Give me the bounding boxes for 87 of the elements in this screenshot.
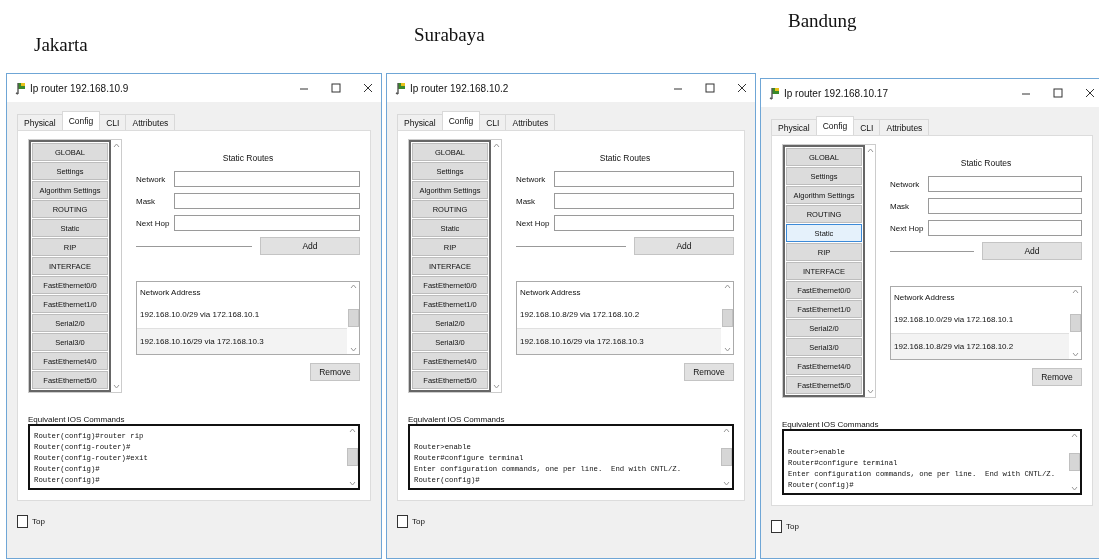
checkbox-label: Top: [32, 517, 45, 526]
scroll-up-icon[interactable]: [1070, 433, 1078, 438]
tab[interactable]: Config: [61, 111, 101, 130]
input-field[interactable]: [554, 193, 734, 209]
scroll-down-icon[interactable]: [112, 384, 120, 389]
window-title: Ip router 192.168.10.2: [410, 82, 510, 94]
list-header: Network Address: [139, 286, 202, 299]
field-label: Next Hop: [136, 218, 170, 228]
maximize-icon[interactable]: [705, 83, 715, 93]
scroll-up-icon[interactable]: [866, 148, 874, 153]
tab[interactable]: Physical: [771, 119, 817, 135]
input-field[interactable]: [928, 198, 1082, 214]
scroll-down-icon[interactable]: [723, 347, 731, 352]
scroll-up-icon[interactable]: [723, 284, 731, 289]
input-field[interactable]: [174, 215, 360, 231]
field-label: Network: [136, 174, 167, 184]
list-header: Network Address: [519, 286, 582, 299]
scroll-down-icon[interactable]: [1070, 486, 1078, 491]
tab[interactable]: Config: [441, 111, 481, 130]
section-title: Static Routes: [221, 153, 275, 163]
close-icon[interactable]: [1085, 88, 1095, 98]
section-title: Static Routes: [598, 153, 652, 163]
close-icon[interactable]: [363, 83, 373, 93]
field-label: Mask: [516, 196, 537, 206]
commands-label: Equivalent IOS Commands: [28, 415, 126, 424]
scroll-up-icon[interactable]: [349, 284, 357, 289]
router-caption: Bandung: [787, 10, 858, 32]
add-button[interactable]: Add: [260, 237, 360, 255]
field-label: Network: [890, 179, 921, 189]
commands-label: Equivalent IOS Commands: [408, 415, 506, 424]
checkbox-label: Top: [786, 522, 799, 531]
scroll-down-icon[interactable]: [348, 481, 356, 486]
input-field[interactable]: [928, 176, 1082, 192]
input-field[interactable]: [554, 171, 734, 187]
scroll-up-icon[interactable]: [492, 143, 500, 148]
input-field[interactable]: [174, 171, 360, 187]
field-label: Next Hop: [890, 223, 924, 233]
maximize-icon[interactable]: [331, 83, 341, 93]
scroll-down-icon[interactable]: [722, 481, 730, 486]
scroll-thumb[interactable]: [1069, 314, 1081, 332]
scroll-up-icon[interactable]: [1071, 289, 1079, 294]
checkbox-label: Top: [412, 517, 425, 526]
tab[interactable]: Physical: [397, 114, 443, 130]
remove-button[interactable]: Remove: [684, 363, 734, 381]
scroll-thumb[interactable]: [346, 448, 358, 466]
tab[interactable]: Physical: [17, 114, 63, 130]
router-caption: Surabaya: [413, 24, 486, 46]
scroll-thumb[interactable]: [347, 309, 359, 327]
scroll-down-icon[interactable]: [349, 347, 357, 352]
scroll-thumb[interactable]: [721, 309, 733, 327]
maximize-icon[interactable]: [1053, 88, 1063, 98]
field-label: Next Hop: [516, 218, 550, 228]
scroll-down-icon[interactable]: [866, 389, 874, 394]
commands-label: Equivalent IOS Commands: [782, 420, 880, 429]
route-item[interactable]: 192.168.10.16/29 via 172.168.10.3: [517, 327, 721, 354]
input-field[interactable]: [554, 215, 734, 231]
close-icon[interactable]: [737, 83, 747, 93]
top-checkbox[interactable]: [397, 515, 408, 528]
tab[interactable]: Attributes: [125, 114, 176, 130]
add-button[interactable]: Add: [982, 242, 1082, 260]
input-field[interactable]: [174, 193, 360, 209]
top-checkbox[interactable]: [17, 515, 28, 528]
scroll-down-icon[interactable]: [1071, 352, 1079, 357]
scroll-up-icon[interactable]: [722, 428, 730, 433]
top-checkbox[interactable]: [771, 520, 782, 533]
scroll-up-icon[interactable]: [348, 428, 356, 433]
section-title: Static Routes: [959, 158, 1013, 168]
tab[interactable]: Config: [815, 116, 855, 135]
field-label: Network: [516, 174, 547, 184]
remove-button[interactable]: Remove: [310, 363, 360, 381]
add-button[interactable]: Add: [634, 237, 734, 255]
window-title: Ip router 192.168.10.9: [30, 82, 130, 94]
tab[interactable]: Attributes: [505, 114, 556, 130]
route-item[interactable]: 192.168.10.8/29 via 172.168.10.2: [891, 332, 1069, 359]
scroll-down-icon[interactable]: [492, 384, 500, 389]
remove-button[interactable]: Remove: [1032, 368, 1082, 386]
router-caption: Jakarta: [33, 34, 89, 56]
scroll-up-icon[interactable]: [112, 143, 120, 148]
input-field[interactable]: [928, 220, 1082, 236]
scroll-thumb[interactable]: [1068, 453, 1080, 471]
list-header: Network Address: [893, 291, 956, 304]
route-item[interactable]: 192.168.10.16/29 via 172.168.10.3: [137, 327, 347, 354]
scroll-thumb[interactable]: [720, 448, 732, 466]
field-label: Mask: [136, 196, 157, 206]
tab[interactable]: Attributes: [879, 119, 930, 135]
window-title: Ip router 192.168.10.17: [784, 87, 889, 99]
field-label: Mask: [890, 201, 911, 211]
